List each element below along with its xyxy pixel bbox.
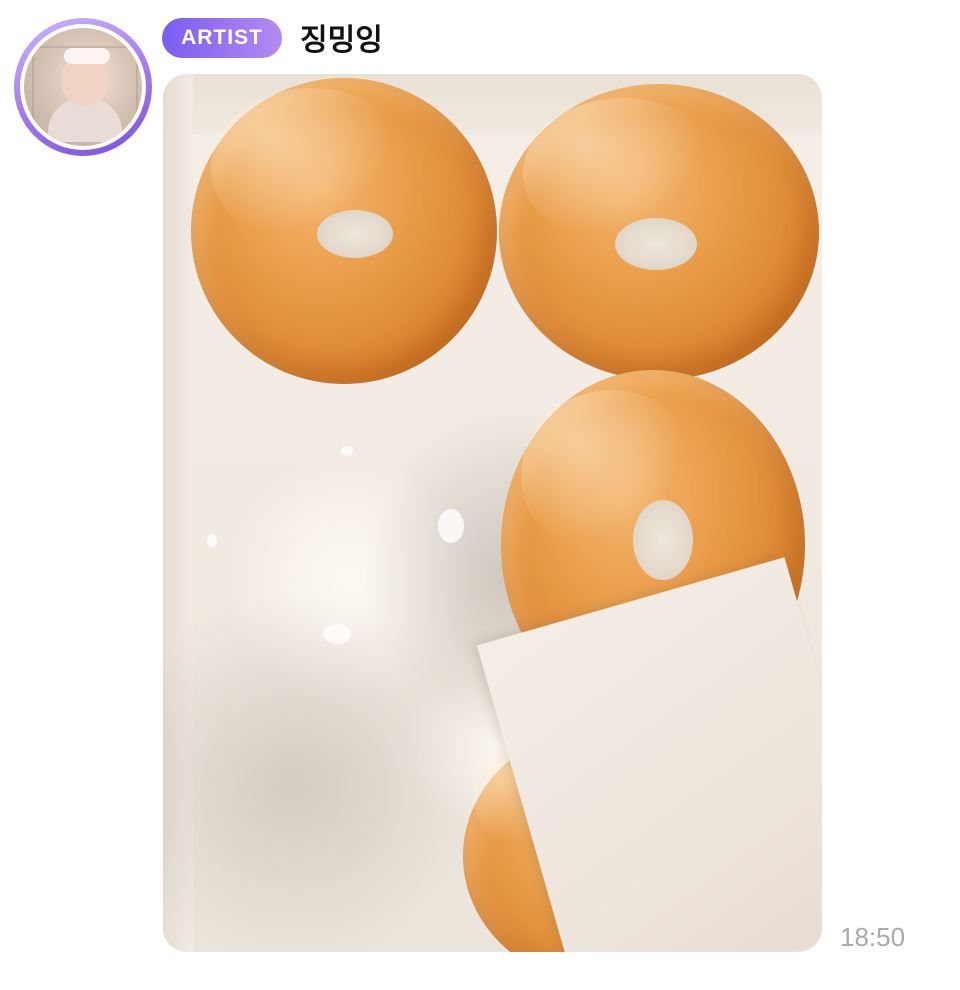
donut-glaze: [211, 88, 411, 248]
avatar-baby-bow: [64, 48, 110, 64]
donut-glaze: [521, 390, 701, 560]
sender-name[interactable]: 징밍잉: [300, 14, 383, 60]
donut: [191, 78, 497, 384]
glaze-drip: [438, 509, 464, 543]
donut-glaze: [523, 98, 723, 248]
glaze-drip: [341, 446, 353, 456]
avatar-frame: [20, 24, 146, 150]
artist-badge: ARTIST: [162, 18, 282, 58]
avatar-image: [24, 28, 142, 146]
glaze-drip: [207, 534, 217, 548]
avatar[interactable]: [14, 18, 152, 156]
glaze-drip: [323, 624, 351, 644]
donut: [499, 84, 819, 380]
message-timestamp: 18:50: [840, 921, 906, 952]
message-photo[interactable]: [163, 74, 822, 952]
shadow: [163, 594, 493, 952]
